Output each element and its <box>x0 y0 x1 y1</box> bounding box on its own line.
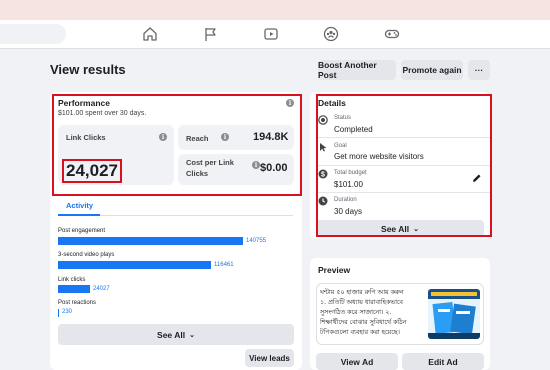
ad-image <box>428 289 480 339</box>
gaming-icon[interactable] <box>384 26 400 42</box>
bar-value: 116461 <box>214 262 234 268</box>
view-leads-button[interactable]: View leads <box>245 349 294 367</box>
bar-label: Post engagement <box>58 228 106 234</box>
promote-again-button[interactable]: Promote again <box>401 60 463 80</box>
details-highlight-box <box>316 94 492 237</box>
ad-text-line: ঘন্টায় ৫০ হাজার রুপি আয় করুন <box>320 289 404 296</box>
tab-divider <box>100 215 293 216</box>
ad-text-line: শিক্ষার্থীদের বোঝার সুবিধার্থে কঠিন <box>320 319 407 326</box>
flag-icon[interactable] <box>203 26 219 42</box>
tab-activity[interactable]: Activity <box>66 201 93 210</box>
ad-text-line: সুসংগঠিত করে সাজানো। ২. <box>320 309 392 316</box>
groups-icon[interactable] <box>323 26 339 42</box>
bar-value: 140755 <box>246 238 267 244</box>
video-icon[interactable] <box>263 26 279 42</box>
top-navigation-bar <box>0 20 550 49</box>
ad-text-line: ১. প্রতিটি অধ্যায় ধারাবাহিকভাবে <box>320 299 403 306</box>
ad-preview-text: ঘন্টায় ৫০ হাজার রুপি আয় করুন ১. প্রতিট… <box>320 288 422 340</box>
see-all-label: See All <box>157 329 186 340</box>
bar-value: 24027 <box>93 286 110 292</box>
page-title: View results <box>50 62 126 77</box>
activity-bar <box>58 261 211 269</box>
activity-bar <box>58 309 59 317</box>
view-ad-button[interactable]: View Ad <box>316 353 398 370</box>
search-box[interactable] <box>0 24 66 44</box>
bar-label: Post reactions <box>58 300 97 306</box>
activity-bar <box>58 285 90 293</box>
boost-another-post-button[interactable]: Boost Another Post <box>318 60 396 80</box>
bar-label: Link clicks <box>58 277 86 283</box>
top-browser-strip <box>0 0 550 20</box>
edit-ad-button[interactable]: Edit Ad <box>402 353 484 370</box>
performance-highlight-box <box>52 94 302 196</box>
chevron-down-icon: ⌄ <box>189 331 195 339</box>
activity-bar <box>58 237 243 245</box>
bar-value: 230 <box>62 309 73 315</box>
more-options-button[interactable]: ··· <box>468 60 490 80</box>
tab-activity-underline <box>58 214 100 216</box>
bar-label: 3-second video plays <box>58 252 115 258</box>
preview-title: Preview <box>318 265 351 275</box>
home-icon[interactable] <box>142 26 158 42</box>
activity-see-all-button[interactable]: See All ⌄ <box>58 324 294 345</box>
ad-text-line: টপিকগুলো ব্যবহার করা হয়েছে। <box>320 329 400 336</box>
